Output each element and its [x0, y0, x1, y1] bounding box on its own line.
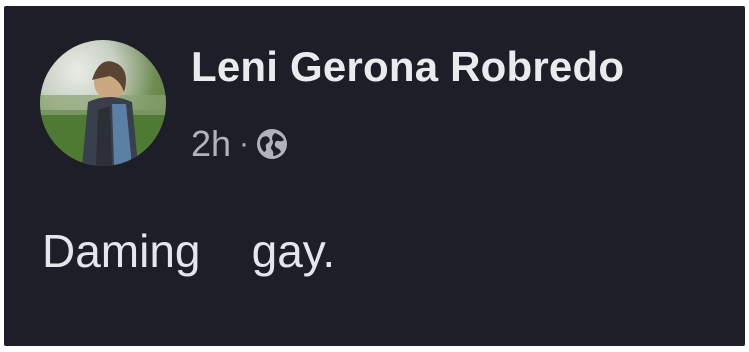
- post-timestamp[interactable]: 2h: [191, 126, 231, 162]
- post-meta: 2h ·: [191, 122, 289, 166]
- post-body-text: Daming gay.: [42, 225, 336, 277]
- author-name[interactable]: Leni Gerona Robredo: [191, 46, 624, 88]
- post-card: Leni Gerona Robredo 2h · Daming gay.: [4, 6, 745, 346]
- globe-icon[interactable]: [255, 127, 289, 161]
- avatar-photo: [40, 61, 166, 166]
- meta-separator: ·: [239, 127, 250, 160]
- avatar[interactable]: [40, 40, 166, 166]
